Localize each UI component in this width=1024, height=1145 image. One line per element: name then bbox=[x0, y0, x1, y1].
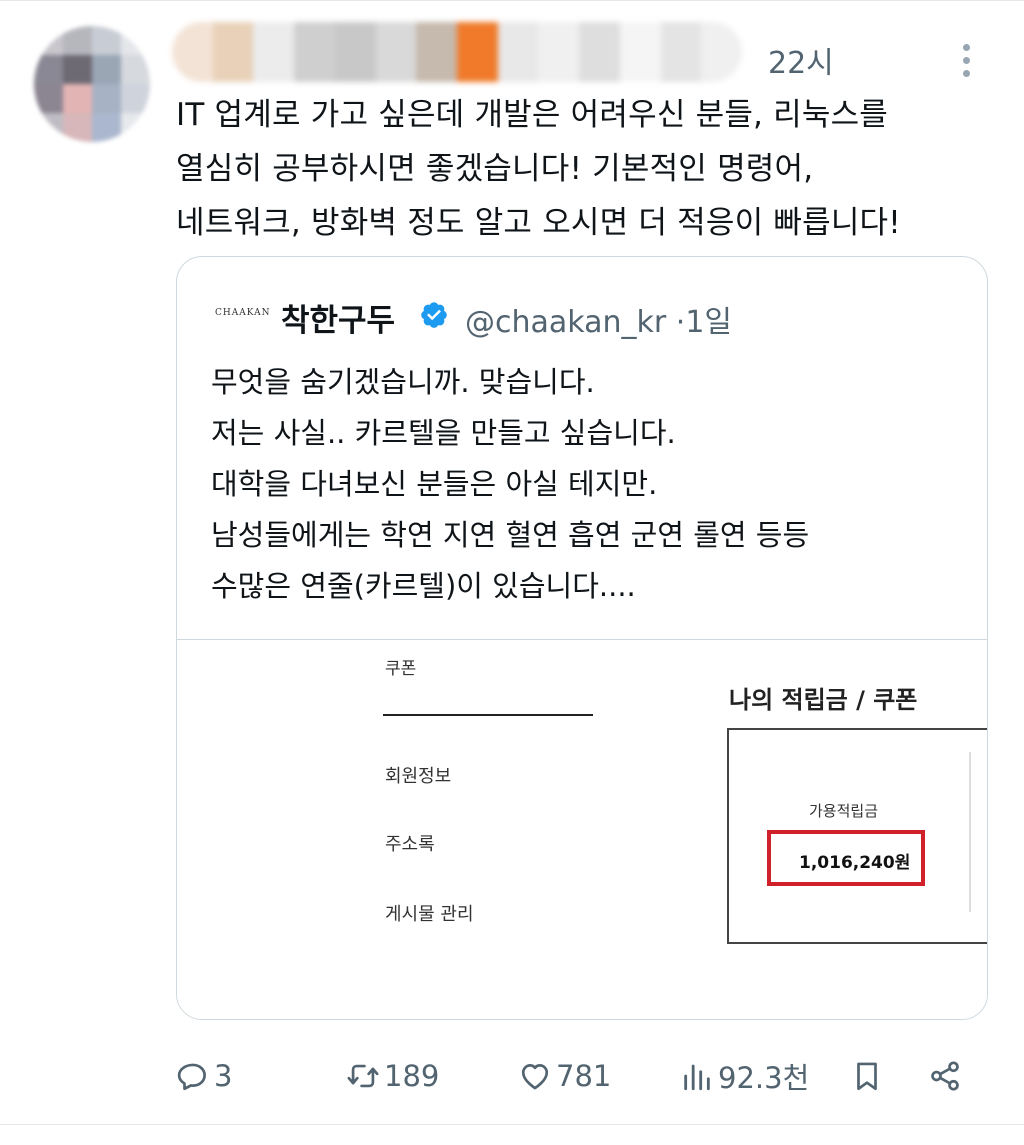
bookmark-icon bbox=[857, 1062, 877, 1091]
views-icon bbox=[684, 1064, 710, 1091]
quote-author-name[interactable]: 착한구두 bbox=[281, 295, 395, 340]
quote-text-line: 남성들에게는 학연 지연 혈연 흡연 군연 롤연 등등 bbox=[211, 518, 810, 552]
retweet-icon bbox=[347, 1064, 379, 1088]
media-underline bbox=[383, 714, 593, 716]
quote-text-line: 저는 사실.. 카르텔을 만들고 싶습니다. bbox=[211, 416, 676, 450]
like-button[interactable]: 781 bbox=[518, 1048, 611, 1104]
tweet-text-line: 네트워크, 방화벽 정도 알고 오시면 더 적응이 빠릅니다! bbox=[176, 205, 901, 241]
quote-text-line: 무엇을 숨기겠습니까. 맞습니다. bbox=[211, 365, 595, 399]
author-name-blurred[interactable] bbox=[172, 22, 742, 82]
action-bar: 3 189 781 92.3천 bbox=[176, 1048, 976, 1104]
reply-icon bbox=[177, 1063, 206, 1091]
like-icon bbox=[521, 1064, 549, 1090]
bottom-divider bbox=[0, 1124, 1024, 1125]
tweet-text: IT 업계로 가고 싶은데 개발은 어려우신 분들, 리눅스를 열심히 공부하시… bbox=[176, 88, 996, 250]
quote-media-image[interactable]: 쿠폰 회원정보 주소록 게시물 관리 나의 적립금 / 쿠폰 가용적립금 1,0… bbox=[177, 639, 987, 1019]
reply-count: 3 bbox=[214, 1059, 233, 1093]
quote-handle-time[interactable]: @chaakan_kr ·1일 bbox=[465, 297, 732, 341]
avatar[interactable] bbox=[34, 26, 150, 142]
like-count: 781 bbox=[556, 1059, 612, 1093]
views-count: 92.3천 bbox=[718, 1061, 810, 1095]
media-menu-item: 회원정보 bbox=[385, 766, 452, 787]
quote-avatar-logo[interactable]: CHAAKAN bbox=[215, 308, 270, 318]
retweet-count: 189 bbox=[384, 1059, 440, 1093]
media-points-label: 가용적립금 bbox=[809, 802, 879, 820]
retweet-button[interactable]: 189 bbox=[346, 1048, 439, 1104]
media-title: 나의 적립금 / 쿠폰 bbox=[729, 686, 918, 714]
quote-separator: · bbox=[675, 305, 686, 340]
quote-time[interactable]: 1일 bbox=[685, 305, 732, 340]
bookmark-button[interactable] bbox=[850, 1048, 884, 1104]
tweet-text-line: IT 업계로 가고 싶은데 개발은 어려우신 분들, 리눅스를 bbox=[176, 97, 889, 133]
more-icon[interactable] bbox=[948, 36, 984, 84]
tweet-time[interactable]: 22시 bbox=[768, 38, 834, 82]
verified-badge-icon bbox=[421, 302, 447, 328]
quote-text-line: 수많은 연줄(카르텔)이 있습니다.... bbox=[211, 569, 636, 603]
media-menu-item: 게시물 관리 bbox=[385, 904, 474, 925]
media-points-value: 1,016,240원 bbox=[799, 853, 911, 873]
share-button[interactable] bbox=[928, 1048, 962, 1104]
top-divider bbox=[0, 0, 1024, 1]
quoted-tweet-card[interactable]: CHAAKAN 착한구두 @chaakan_kr ·1일 무엇을 숨기겠습니까.… bbox=[176, 256, 988, 1020]
quote-text-line: 대학을 다녀보신 분들은 아실 테지만. bbox=[211, 467, 658, 501]
quote-text: 무엇을 숨기겠습니까. 맞습니다. 저는 사실.. 카르텔을 만들고 싶습니다.… bbox=[211, 357, 809, 612]
tweet-text-line: 열심히 공부하시면 좋겠습니다! 기본적인 명령어, bbox=[176, 151, 814, 187]
media-coupon-label: 쿠폰 bbox=[385, 659, 417, 679]
share-icon bbox=[931, 1061, 959, 1091]
media-divider bbox=[969, 752, 971, 912]
quote-handle[interactable]: @chaakan_kr bbox=[465, 305, 666, 340]
reply-button[interactable]: 3 bbox=[176, 1048, 232, 1104]
views-button[interactable]: 92.3천 bbox=[680, 1048, 809, 1104]
media-menu-item: 주소록 bbox=[385, 834, 435, 855]
